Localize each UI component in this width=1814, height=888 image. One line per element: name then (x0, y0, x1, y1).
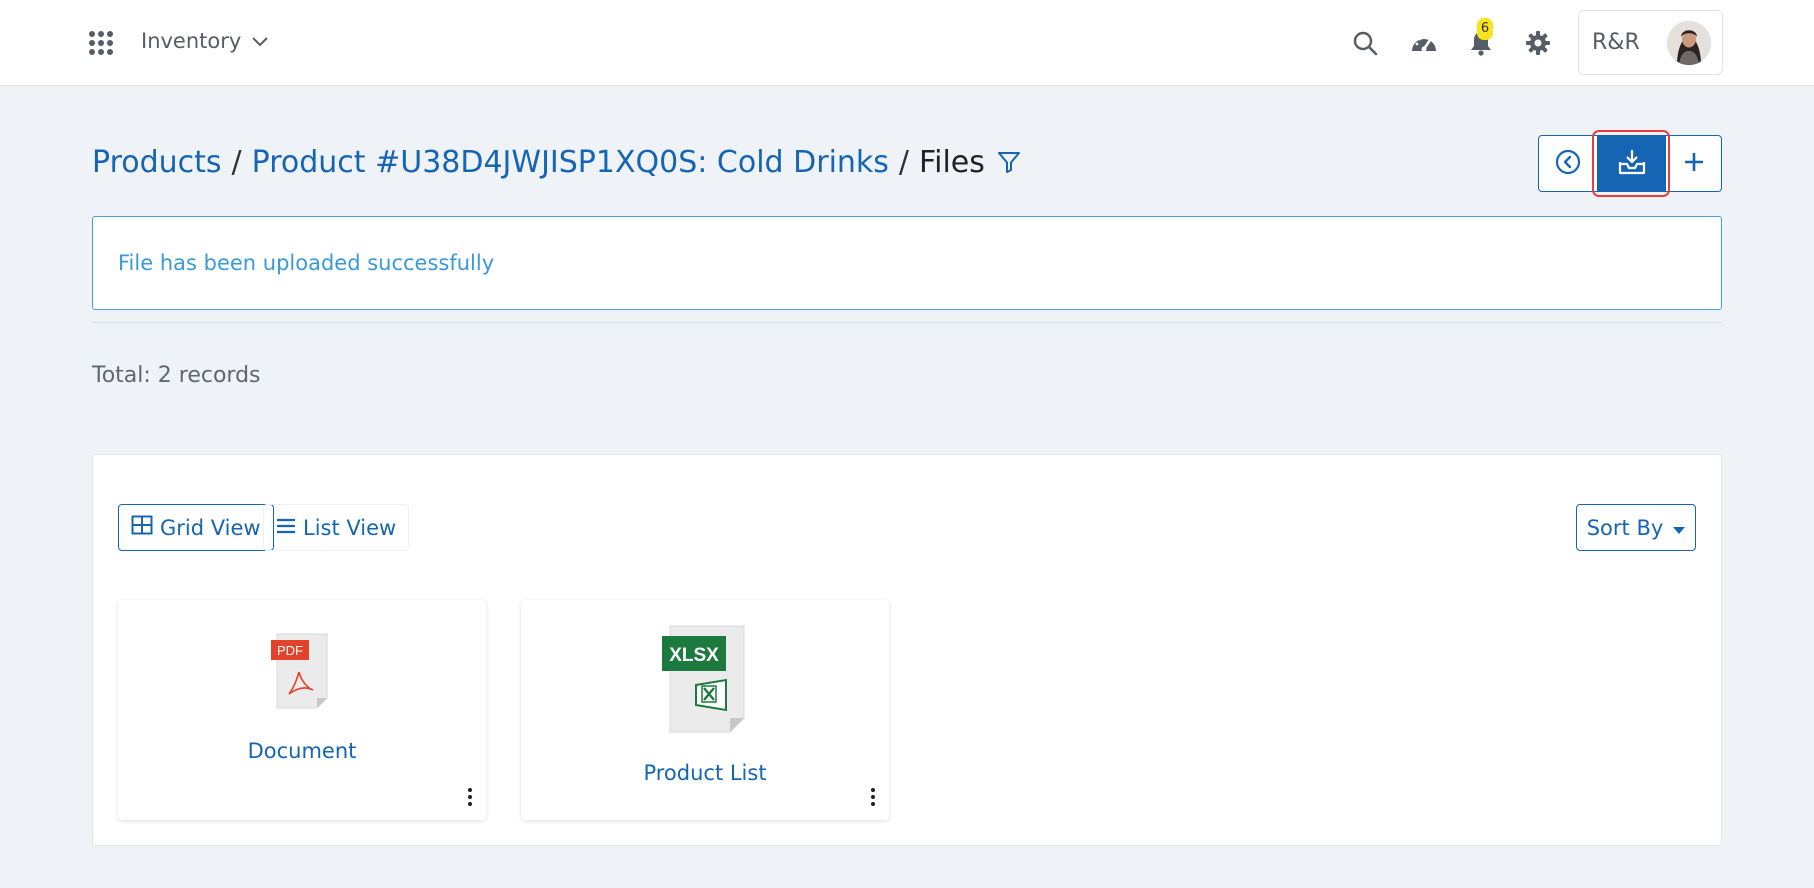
list-view-label: List View (303, 515, 397, 540)
files-panel: Grid View List View Sort By PDF Document (92, 454, 1722, 846)
breadcrumb-separator: / (898, 144, 910, 180)
breadcrumb-link-product[interactable]: Product #U38D4JWJISP1XQ0S: Cold Drinks (252, 145, 889, 180)
file-name[interactable]: Document (118, 739, 486, 763)
file-card[interactable]: PDF Document (118, 600, 486, 820)
alert-message: File has been uploaded successfully (118, 251, 495, 275)
gear-icon[interactable] (1523, 28, 1553, 58)
breadcrumb-link-products[interactable]: Products (92, 145, 222, 180)
svg-text:PDF: PDF (277, 643, 303, 658)
user-initials: R&R (1592, 30, 1640, 55)
chevron-down-icon (251, 29, 269, 53)
back-button[interactable] (1538, 135, 1598, 192)
grid-icon (131, 515, 153, 540)
search-icon[interactable] (1350, 28, 1380, 58)
list-icon (276, 516, 296, 540)
more-options-icon[interactable] (866, 786, 880, 808)
svg-text:XLSX: XLSX (669, 645, 719, 666)
more-options-icon[interactable] (463, 786, 477, 808)
dashboard-gauge-icon[interactable] (1409, 28, 1439, 58)
highlight-outline (1592, 130, 1670, 197)
filter-icon[interactable] (997, 150, 1021, 174)
breadcrumb-separator: / (231, 144, 242, 180)
app-name-label: Inventory (141, 29, 242, 53)
file-card[interactable]: XLSX Product List (521, 600, 889, 820)
top-navbar: Inventory 6 R&R (0, 0, 1814, 86)
sort-by-label: Sort By (1586, 515, 1664, 540)
breadcrumb: Products / Product #U38D4JWJISP1XQ0S: Co… (92, 142, 1021, 182)
circle-arrow-left-icon (1555, 149, 1581, 179)
add-file-button[interactable] (1666, 135, 1722, 192)
grid-view-label: Grid View (160, 515, 261, 540)
page-title: Files (919, 144, 985, 180)
import-button[interactable] (1592, 130, 1670, 197)
header-action-group (1538, 130, 1722, 197)
pdf-file-icon[interactable]: PDF (271, 632, 333, 714)
plus-icon (1683, 151, 1705, 177)
caret-down-icon (1673, 516, 1686, 540)
apps-grid-icon[interactable] (88, 30, 114, 56)
notification-badge: 6 (1477, 18, 1493, 40)
avatar (1667, 21, 1711, 65)
user-menu[interactable]: R&R (1578, 10, 1723, 75)
success-alert: File has been uploaded successfully (92, 216, 1722, 310)
grid-view-button[interactable]: Grid View (118, 504, 274, 551)
sort-by-dropdown[interactable]: Sort By (1576, 504, 1696, 551)
divider (92, 322, 1722, 323)
app-switcher[interactable]: Inventory (141, 29, 269, 53)
total-records: Total: 2 records (92, 363, 261, 388)
file-name[interactable]: Product List (521, 761, 889, 785)
xlsx-file-icon[interactable]: XLSX (662, 624, 748, 738)
list-view-button[interactable]: List View (263, 504, 410, 551)
